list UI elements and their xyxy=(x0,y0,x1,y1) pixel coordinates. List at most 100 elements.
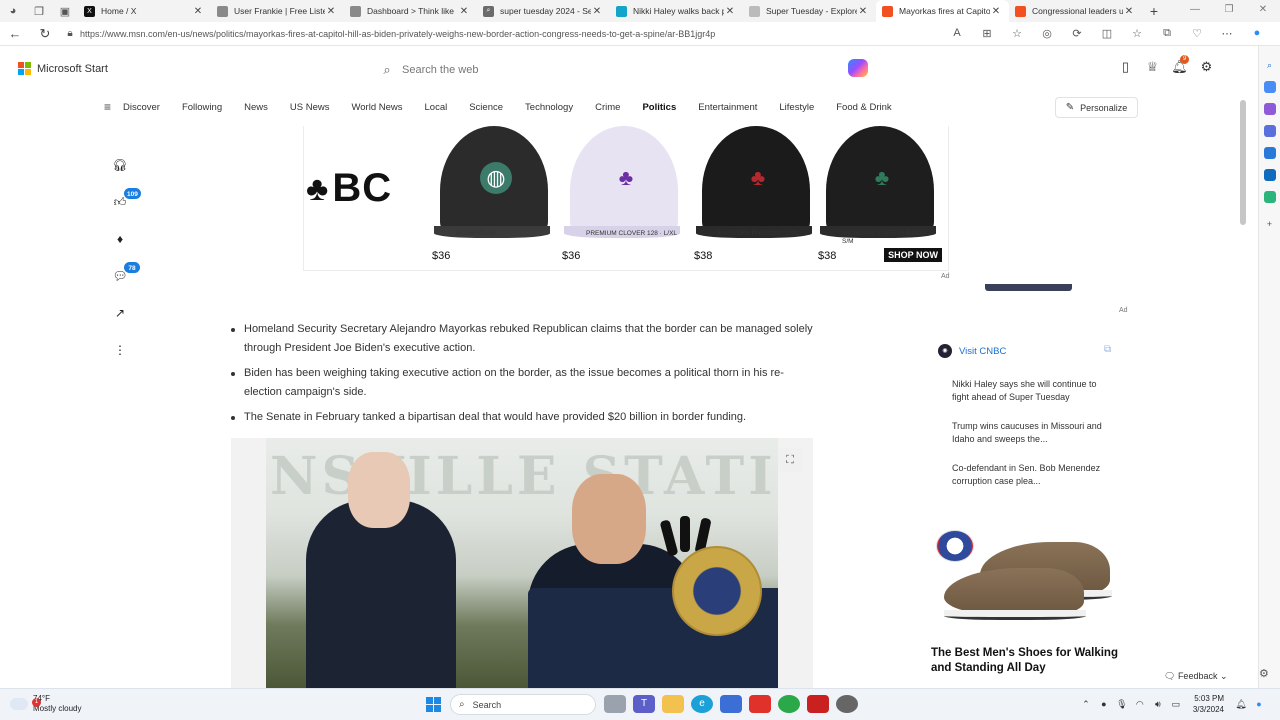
outlook-icon[interactable] xyxy=(1263,169,1276,181)
lock-icon[interactable]: 🔒︎ xyxy=(60,28,80,39)
nav-item[interactable]: News xyxy=(244,102,268,113)
related-story-link[interactable]: Co-defendant in Sen. Bob Menendez corrup… xyxy=(952,462,1102,488)
browser-tab[interactable]: X Home / X ✕ xyxy=(78,0,211,22)
close-tab-icon[interactable]: ✕ xyxy=(724,6,736,17)
article-image[interactable]: NSVILLE STATIO ⛶ xyxy=(231,438,813,688)
rewards-icon[interactable]: ♕ xyxy=(1139,59,1166,75)
browser-tab[interactable]: Nikki Haley walks back p ✕ xyxy=(610,0,743,22)
refresh-page-icon[interactable]: ⟳ xyxy=(1062,27,1092,40)
browser-essentials-icon[interactable]: ♡ xyxy=(1182,27,1212,40)
copilot-sidebar-icon[interactable]: ● xyxy=(1242,27,1272,40)
more-options-icon[interactable]: ⋯ xyxy=(1212,27,1242,40)
nav-item[interactable]: Politics xyxy=(642,102,676,113)
like-thumbs-up-icon[interactable]: 👍︎ 109 xyxy=(108,187,142,232)
browser-tab[interactable]: Dashboard > Think like ✕ xyxy=(344,0,477,22)
weather-widget[interactable]: 1 74°F Mostly cloudy xyxy=(10,694,81,714)
battery-icon[interactable]: ▭ xyxy=(1167,699,1185,710)
show-hidden-icons[interactable]: ⌃ xyxy=(1077,699,1095,710)
app-red-icon[interactable] xyxy=(749,695,771,713)
app-shield-icon[interactable] xyxy=(807,695,829,713)
copilot-icon[interactable] xyxy=(848,59,868,77)
hat-product[interactable]: ♣ RUTGERS PHENOM · L/XL $38 xyxy=(694,126,812,271)
nav-item[interactable]: Food & Drink xyxy=(836,102,891,113)
related-story-link[interactable]: Trump wins caucuses in Missouri and Idah… xyxy=(952,420,1102,446)
profile-icon[interactable]: ◕ xyxy=(0,0,26,22)
back-button[interactable]: ← xyxy=(0,26,30,41)
feedback-button[interactable]: 🗨︎ Feedback ⌄ xyxy=(1164,671,1228,682)
nav-item[interactable]: Crime xyxy=(595,102,620,113)
close-window-button[interactable]: ✕ xyxy=(1246,0,1280,22)
share-icon[interactable]: ↗ xyxy=(108,306,132,343)
nav-item[interactable]: Local xyxy=(425,102,448,113)
read-aloud-icon[interactable]: A xyxy=(942,27,972,40)
promo-title[interactable]: The Best Men's Shoes for Walking and Sta… xyxy=(931,646,1131,676)
split-screen-icon[interactable]: ◫ xyxy=(1092,27,1122,40)
hat-product[interactable]: ◍ MOMENTUM $36 xyxy=(432,126,550,271)
windows-start-icon[interactable] xyxy=(426,697,441,712)
games-icon[interactable] xyxy=(1263,125,1276,137)
notifications-bell-icon[interactable]: 🔔︎ 9 xyxy=(1166,55,1193,75)
tools-icon[interactable] xyxy=(1263,103,1276,115)
nav-item[interactable]: Science xyxy=(469,102,503,113)
visit-cnbc-link[interactable]: ◉ Visit CNBC xyxy=(938,344,1006,358)
shoe-ad-image[interactable] xyxy=(930,528,1126,628)
close-tab-icon[interactable]: ✕ xyxy=(857,6,869,17)
maximize-button[interactable]: ❐ xyxy=(1212,0,1246,22)
microphone-icon[interactable]: 🎙︎ xyxy=(1113,699,1131,710)
nav-item[interactable]: Technology xyxy=(525,102,573,113)
close-tab-icon[interactable]: ✕ xyxy=(591,6,603,17)
notification-center-icon[interactable]: 🔔︎ xyxy=(1232,699,1250,710)
copilot-taskbar-icon[interactable]: ● xyxy=(1250,699,1268,709)
microsoft365-icon[interactable] xyxy=(1263,147,1276,159)
minimize-button[interactable]: — xyxy=(1178,0,1212,22)
collections-icon[interactable]: ⧉ xyxy=(1152,27,1182,40)
page-scrollbar[interactable] xyxy=(1240,100,1246,225)
search-icon[interactable]: ⌕ xyxy=(1264,59,1276,71)
close-tab-icon[interactable]: ✕ xyxy=(990,6,1002,17)
nav-item[interactable]: US News xyxy=(290,102,330,113)
refresh-button[interactable]: ↻ xyxy=(30,26,60,42)
external-link-icon[interactable]: ⧉ xyxy=(1104,344,1111,355)
close-tab-icon[interactable]: ✕ xyxy=(192,6,204,17)
workspaces-icon[interactable]: ❐ xyxy=(26,0,52,22)
browser-tab[interactable]: ⌕ super tuesday 2024 - Se ✕ xyxy=(477,0,610,22)
teams-icon[interactable]: T xyxy=(633,695,655,713)
add-sidebar-icon[interactable]: + xyxy=(1264,218,1276,230)
ad-banner[interactable]: ♣ BC ◍ MOMENTUM $36 ♣ PREMIUM CLOVER 128 · L… xyxy=(303,126,949,271)
nav-item[interactable]: Lifestyle xyxy=(779,102,814,113)
favorite-star-icon[interactable]: ☆ xyxy=(1002,27,1032,40)
app-circle-icon[interactable] xyxy=(836,695,858,713)
nav-item[interactable]: World News xyxy=(351,102,402,113)
tray-app-icon[interactable]: ● xyxy=(1095,699,1113,709)
tab-actions-icon[interactable]: ▣ xyxy=(52,0,78,22)
extension-icon[interactable]: ◎ xyxy=(1032,27,1062,40)
fullscreen-expand-icon[interactable]: ⛶ xyxy=(778,448,802,472)
hat-product[interactable]: ♣ PREMIUM CLOVER 128 · L/XL $36 xyxy=(562,126,680,271)
browser-tab[interactable]: Congressional leaders u ✕ xyxy=(1009,0,1142,22)
file-explorer-icon[interactable] xyxy=(662,695,684,713)
comment-icon[interactable]: 💬︎ 78 xyxy=(108,261,141,306)
clock[interactable]: 5:03 PM 3/3/2024 xyxy=(1193,693,1224,715)
send-icon[interactable] xyxy=(1263,191,1276,203)
shop-now-button[interactable]: SHOP NOW xyxy=(884,248,942,262)
nav-item[interactable]: Following xyxy=(182,102,222,113)
settings-gear-icon[interactable]: ⚙ xyxy=(1193,59,1220,75)
close-tab-icon[interactable]: ✕ xyxy=(1123,6,1135,17)
mobile-app-icon[interactable]: ▯ xyxy=(1112,59,1139,75)
wifi-icon[interactable]: ◠ xyxy=(1131,699,1149,710)
store-icon[interactable] xyxy=(720,695,742,713)
browser-tab[interactable]: User Frankie | Free Listen ✕ xyxy=(211,0,344,22)
chrome-icon[interactable] xyxy=(778,695,800,713)
new-tab-button[interactable]: + xyxy=(1142,3,1166,19)
web-search-box[interactable]: ⌕ Search the web xyxy=(372,57,828,83)
personalize-button[interactable]: ✎ Personalize xyxy=(1055,97,1138,118)
page-settings-icon[interactable]: ⚙ xyxy=(1259,667,1269,680)
close-tab-icon[interactable]: ✕ xyxy=(325,6,337,17)
nav-item[interactable]: Discover xyxy=(123,102,160,113)
taskbar-search[interactable]: ⌕ Search xyxy=(450,694,596,715)
more-actions-icon[interactable]: ⋮ xyxy=(108,343,132,380)
nav-item[interactable]: Entertainment xyxy=(698,102,757,113)
microsoft-start-logo[interactable]: Microsoft Start xyxy=(18,62,108,76)
related-story-link[interactable]: Nikki Haley says she will continue to fi… xyxy=(952,378,1102,404)
volume-icon[interactable]: 🔊︎ xyxy=(1149,699,1167,710)
